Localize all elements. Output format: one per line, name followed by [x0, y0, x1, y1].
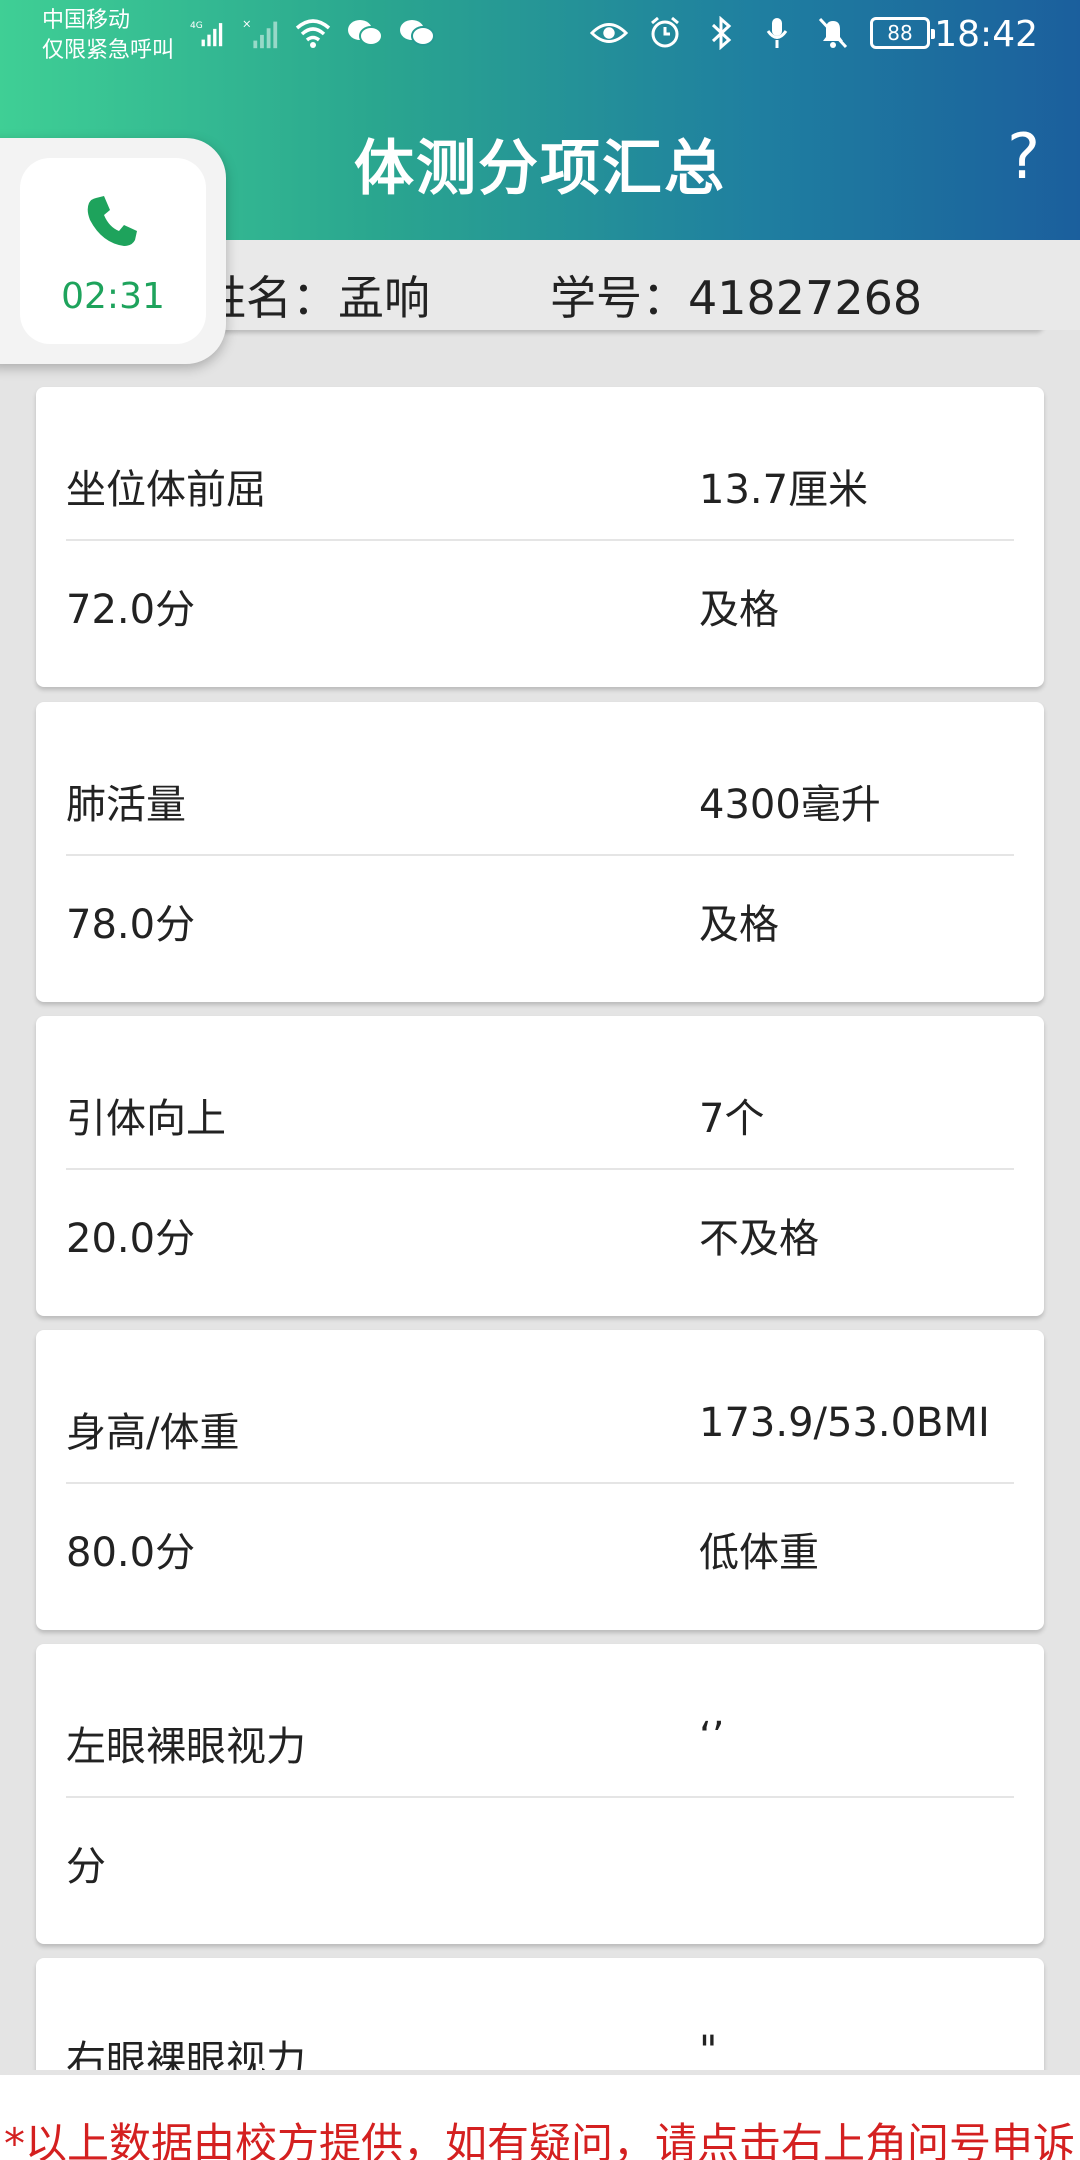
- item-name: 引体向上: [66, 1096, 226, 1142]
- result-card: 坐位体前屈 13.7厘米 72.0分 及格: [36, 387, 1044, 687]
- signal-icon: 4G: [190, 14, 228, 52]
- wechat-icon: [398, 14, 436, 52]
- call-bubble-inner: 02:31: [20, 158, 206, 344]
- item-name: 左眼裸眼视力: [66, 1724, 306, 1770]
- result-card: 肺活量 4300毫升 78.0分 及格: [36, 702, 1044, 1002]
- item-name: 肺活量: [66, 782, 186, 828]
- item-score: 78.0分: [66, 902, 196, 948]
- result-card: 身高/体重 173.9/53.0BMI 80.0分 低体重: [36, 1330, 1044, 1630]
- results-list[interactable]: 坐位体前屈 13.7厘米 72.0分 及格 肺活量 4300毫升 78.0分 及…: [0, 330, 1080, 2070]
- item-score: 20.0分: [66, 1216, 196, 1262]
- item-value: 13.7厘米: [699, 467, 869, 513]
- result-card: 引体向上 7个 20.0分 不及格: [36, 1016, 1044, 1316]
- student-id: 学号：41827268: [550, 271, 923, 325]
- call-duration: 02:31: [61, 276, 165, 317]
- battery-icon: 88: [870, 17, 935, 49]
- item-value: ": [699, 2028, 718, 2070]
- wifi-icon: [294, 14, 332, 52]
- network-type-label: 4G: [190, 21, 203, 31]
- wechat-icon: [346, 14, 384, 52]
- help-button[interactable]: ?: [1007, 120, 1040, 193]
- mute-bell-icon: [814, 14, 852, 52]
- alarm-icon: [646, 14, 684, 52]
- divider: [66, 854, 1014, 856]
- mic-icon: [758, 14, 796, 52]
- item-grade: 不及格: [699, 1216, 819, 1262]
- item-grade: 及格: [699, 587, 779, 633]
- divider: [66, 1796, 1014, 1798]
- no-signal-icon: ×: [242, 14, 280, 52]
- item-name: 身高/体重: [66, 1410, 240, 1456]
- item-value: 173.9/53.0BMI: [699, 1400, 990, 1446]
- status-icons-left: 4G ×: [190, 14, 436, 52]
- divider: [66, 1482, 1014, 1484]
- divider: [66, 1168, 1014, 1170]
- item-grade: 及格: [699, 902, 779, 948]
- item-score: 72.0分: [66, 587, 196, 633]
- result-card: 右眼裸眼视力 ": [36, 1958, 1044, 2070]
- emergency-only-text: 仅限紧急呼叫: [42, 38, 175, 63]
- status-bar: 中国移动 仅限紧急呼叫 4G × 88 18:42: [0, 0, 1080, 75]
- status-icons-right: 88: [590, 14, 935, 52]
- bluetooth-icon: [702, 14, 740, 52]
- eye-icon: [590, 14, 628, 52]
- item-score: 分: [66, 1844, 106, 1890]
- item-value: 7个: [699, 1096, 765, 1142]
- clock: 18:42: [934, 14, 1038, 55]
- item-grade: 低体重: [699, 1530, 819, 1576]
- item-name: 右眼裸眼视力: [66, 2038, 306, 2070]
- phone-icon: [76, 186, 146, 256]
- divider: [66, 539, 1014, 541]
- result-card: 左眼裸眼视力 ‘’ 分: [36, 1644, 1044, 1944]
- appeal-notice: *以上数据由校方提供，如有疑问，请点击右上角问号申诉: [4, 2119, 1076, 2160]
- carrier-info: 中国移动 仅限紧急呼叫: [42, 6, 174, 66]
- item-value: ‘’: [699, 1714, 725, 1760]
- item-name: 坐位体前屈: [66, 467, 266, 513]
- svg-text:×: ×: [242, 16, 252, 30]
- ongoing-call-bubble[interactable]: 02:31: [0, 138, 226, 364]
- student-name: 姓名：孟响: [200, 271, 430, 325]
- carrier-name: 中国移动: [42, 8, 131, 33]
- item-value: 4300毫升: [699, 782, 881, 828]
- item-score: 80.0分: [66, 1530, 196, 1576]
